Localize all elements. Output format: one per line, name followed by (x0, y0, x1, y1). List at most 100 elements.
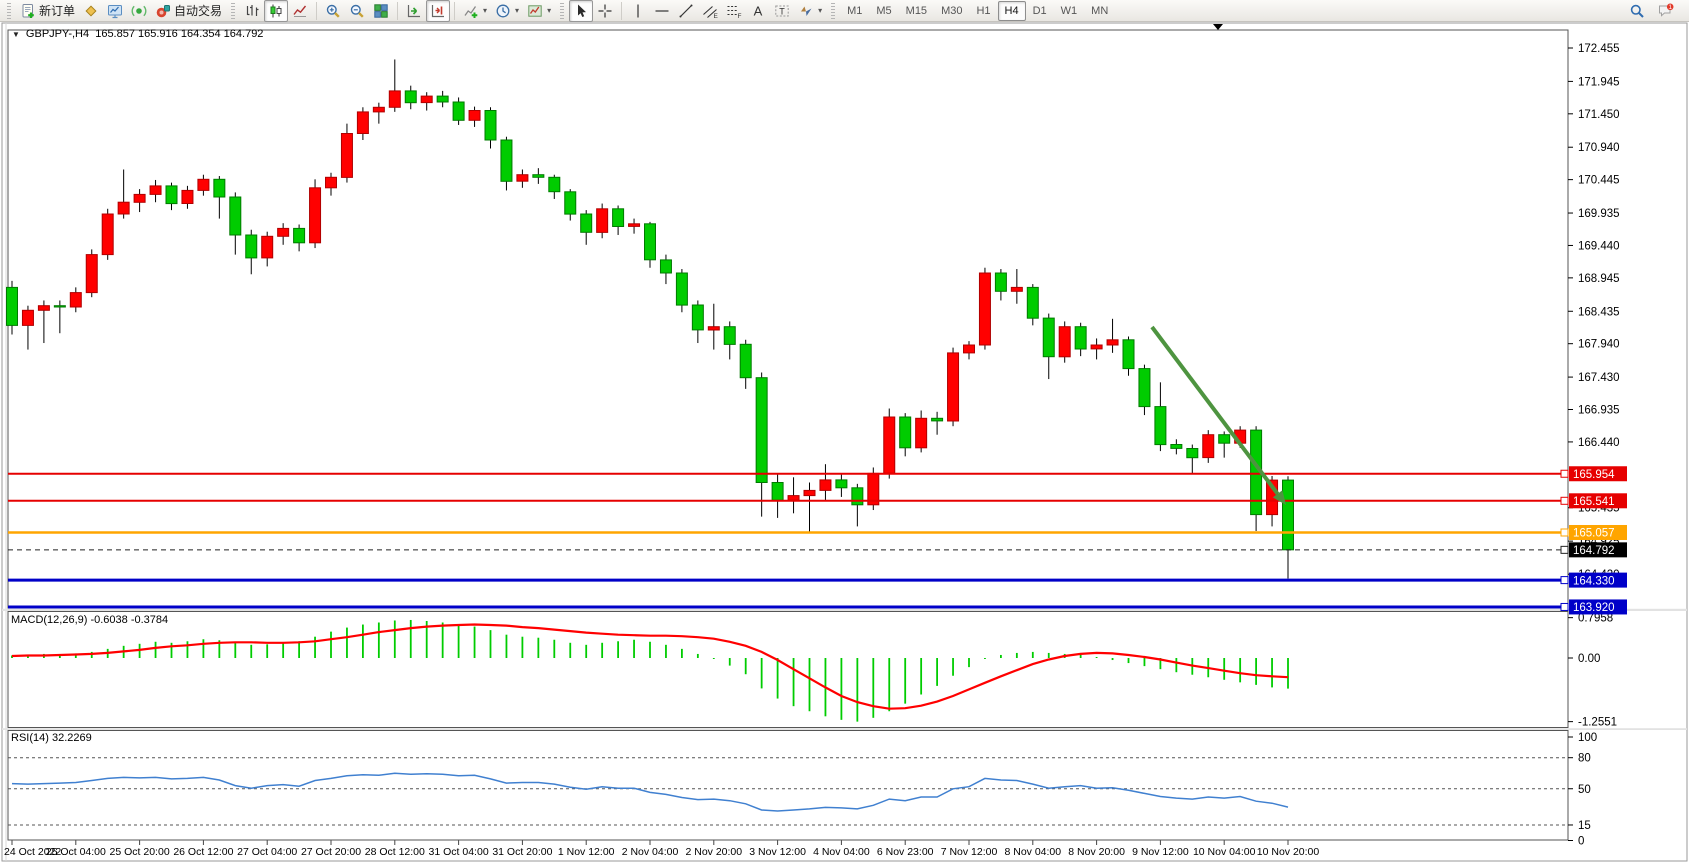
timeframe-m15[interactable]: M15 (899, 1, 934, 21)
timeframe-m5[interactable]: M5 (869, 1, 898, 21)
auto-scroll-button[interactable] (402, 0, 426, 22)
search-button[interactable] (1625, 0, 1649, 22)
signals-button[interactable] (127, 0, 151, 22)
svg-text:80: 80 (1578, 753, 1591, 765)
toolbar-separator (316, 2, 317, 20)
svg-text:25 Oct 20:00: 25 Oct 20:00 (110, 846, 170, 858)
svg-text:3 Nov 12:00: 3 Nov 12:00 (749, 846, 806, 858)
timeframe-d1[interactable]: D1 (1026, 1, 1054, 21)
charts-button[interactable] (103, 0, 127, 22)
svg-text:100: 100 (1578, 732, 1597, 744)
svg-text:165.954: 165.954 (1573, 469, 1615, 481)
crosshair-icon (597, 3, 613, 19)
text-button[interactable]: A (746, 0, 770, 22)
toolbar-separator (231, 3, 235, 19)
timeframe-h4[interactable]: H4 (998, 1, 1026, 21)
svg-text:2 Nov 20:00: 2 Nov 20:00 (685, 846, 742, 858)
periods-button[interactable]: ▾ (491, 0, 523, 22)
trendline-button[interactable] (674, 0, 698, 22)
svg-text:2 Nov 04:00: 2 Nov 04:00 (622, 846, 679, 858)
svg-text:50: 50 (1578, 784, 1591, 796)
panel-splitter[interactable] (2, 728, 1687, 730)
vertical-line-button[interactable] (626, 0, 650, 22)
candle-chart-icon (268, 3, 284, 19)
svg-text:27 Oct 04:00: 27 Oct 04:00 (237, 846, 297, 858)
fibonacci-button[interactable]: F (722, 0, 746, 22)
svg-text:7 Nov 12:00: 7 Nov 12:00 (941, 846, 998, 858)
text-label-icon: T (774, 3, 790, 19)
timeframe-mn[interactable]: MN (1084, 1, 1115, 21)
chart-shift-button[interactable] (426, 0, 450, 22)
tile-windows-icon (373, 3, 389, 19)
autotrading-button-label: 自动交易 (174, 2, 222, 19)
profiles-button[interactable] (79, 0, 103, 22)
fibonacci-icon: F (726, 3, 742, 19)
svg-text:168.435: 168.435 (1578, 306, 1620, 318)
toolbar-separator (621, 2, 622, 20)
notifications-button[interactable]: 1 (1653, 0, 1679, 22)
horizontal-line-button[interactable] (650, 0, 674, 22)
chart-title: ▼ GBPJPY-,H4 165.857 165.916 164.354 164… (12, 28, 263, 40)
toolbar-separator (560, 3, 564, 19)
signals-icon (131, 3, 147, 19)
svg-text:166.440: 166.440 (1578, 437, 1620, 449)
bar-chart-icon (244, 3, 260, 19)
zoom-out-button[interactable] (345, 0, 369, 22)
line-chart-icon (292, 3, 308, 19)
support-line-blue-1-price-badge: 164.330 (1561, 573, 1627, 588)
svg-text:8 Nov 04:00: 8 Nov 04:00 (1004, 846, 1061, 858)
svg-text:167.940: 167.940 (1578, 339, 1620, 351)
panel-splitter[interactable] (2, 609, 1687, 611)
bar-chart-button[interactable] (240, 0, 264, 22)
autotrading-button[interactable]: 自动交易 (151, 0, 226, 22)
chart-dropdown-icon[interactable]: ▼ (12, 30, 20, 39)
charts-icon (107, 3, 123, 19)
timeframe-h1[interactable]: H1 (969, 1, 997, 21)
zoom-in-button[interactable] (321, 0, 345, 22)
toolbar-separator (397, 2, 398, 20)
svg-text:164.792: 164.792 (1573, 545, 1615, 557)
svg-text:168.945: 168.945 (1578, 273, 1620, 285)
cursor-button[interactable] (569, 0, 593, 22)
templates-icon (527, 3, 543, 19)
svg-text:0: 0 (1578, 836, 1584, 848)
timeframe-m30[interactable]: M30 (934, 1, 969, 21)
chevron-down-icon: ▾ (482, 7, 487, 15)
svg-text:165.057: 165.057 (1573, 528, 1615, 540)
resistance-line-1-price-badge: 165.954 (1561, 466, 1627, 481)
timeframe-w1[interactable]: W1 (1054, 1, 1085, 21)
line-chart-button[interactable] (288, 0, 312, 22)
arrows-button[interactable]: ▾ (794, 0, 826, 22)
new-order-button[interactable]: 新订单 (16, 0, 79, 22)
arrows-icon (798, 3, 814, 19)
svg-text:26 Oct 12:00: 26 Oct 12:00 (173, 846, 233, 858)
toolbar-right: 1 (1625, 0, 1687, 22)
svg-text:171.450: 171.450 (1578, 109, 1620, 121)
resistance-line-2-price-badge: 165.541 (1561, 493, 1627, 508)
text-icon: A (750, 3, 766, 19)
svg-text:169.935: 169.935 (1578, 208, 1620, 220)
timeframe-m1[interactable]: M1 (840, 1, 869, 21)
svg-text:25 Oct 04:00: 25 Oct 04:00 (46, 846, 106, 858)
crosshair-button[interactable] (593, 0, 617, 22)
chevron-down-icon: ▾ (514, 7, 519, 15)
indicators-button[interactable]: ▾ (459, 0, 491, 22)
svg-text:10 Nov 04:00: 10 Nov 04:00 (1193, 846, 1256, 858)
chart-window[interactable]: ▼ GBPJPY-,H4 165.857 165.916 164.354 164… (0, 22, 1689, 863)
macd-indicator-label: MACD(12,26,9) -0.6038 -0.3784 (11, 614, 168, 626)
svg-text:167.430: 167.430 (1578, 372, 1620, 384)
candlestick-chart-button[interactable] (264, 0, 288, 22)
templates-button[interactable]: ▾ (523, 0, 555, 22)
chat-icon: 1 (1657, 3, 1675, 19)
chart-canvas[interactable]: 172.455171.945171.450170.940170.445169.9… (0, 22, 1689, 863)
svg-text:1: 1 (1668, 4, 1672, 11)
svg-text:0.00: 0.00 (1578, 653, 1600, 665)
svg-text:1 Nov 12:00: 1 Nov 12:00 (558, 846, 615, 858)
text-label-button[interactable]: T (770, 0, 794, 22)
tile-windows-button[interactable] (369, 0, 393, 22)
svg-text:164.330: 164.330 (1573, 575, 1615, 587)
new-order-button-label: 新订单 (39, 2, 75, 19)
equidistant-channel-button[interactable]: E (698, 0, 722, 22)
chart-title-text: GBPJPY-,H4 165.857 165.916 164.354 164.7… (26, 28, 264, 40)
svg-text:170.445: 170.445 (1578, 175, 1620, 187)
